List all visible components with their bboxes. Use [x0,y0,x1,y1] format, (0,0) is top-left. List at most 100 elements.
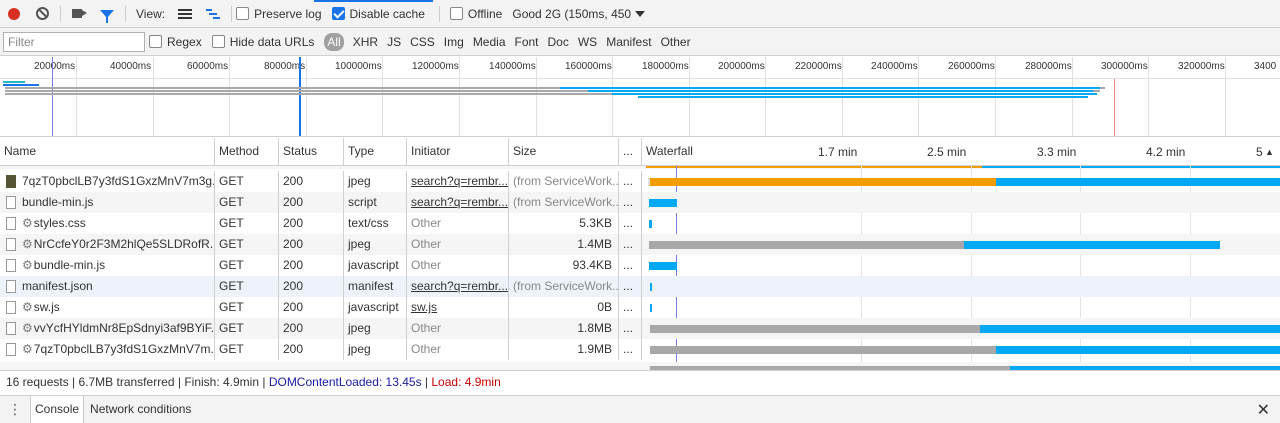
type-filter-media[interactable]: Media [473,35,506,49]
checkbox-box-checked[interactable] [331,7,345,20]
column-header-initiator[interactable]: Initiator [407,138,509,166]
table-row[interactable]: ⚙NrCcfeY0r2F3M2hlQe5SLDRofR... GET 200 j… [0,234,1280,255]
initiator-link[interactable]: sw.js [407,297,509,318]
type-filter-css[interactable]: CSS [410,35,435,49]
status-cell: 200 [279,192,344,213]
record-button[interactable] [0,0,28,28]
overview-grid-line [536,57,537,136]
request-name: NrCcfeY0r2F3M2hlQe5SLDRofR... [33,237,215,251]
column-header-method[interactable]: Method [215,138,279,166]
camera-icon [72,9,87,18]
overview-tick: 280000ms [1025,61,1072,72]
type-filter-js[interactable]: JS [387,35,401,49]
table-row[interactable]: manifest.json GET 200 manifest search?q=… [0,276,1280,297]
table-row[interactable]: ⚙styles.css GET 200 text/css Other 5.3KB… [0,213,1280,234]
type-filter-manifest[interactable]: Manifest [606,35,651,49]
waterfall-bar-queued [650,346,996,354]
initiator-link[interactable]: search?q=rembr... [407,192,509,213]
close-drawer-icon[interactable]: ✕ [1257,400,1270,420]
table-row[interactable]: 7qzT0pbclLB7y3fdS1GxzMnV7m3g... GET 200 … [0,171,1280,192]
tab-network-conditions[interactable]: Network conditions [86,396,195,423]
more-tools-icon[interactable]: ⋮ [0,401,30,418]
checkbox-box[interactable] [211,35,225,48]
type-filter-other[interactable]: Other [661,35,691,49]
column-header-name[interactable]: Name [0,138,215,166]
file-icon [6,280,16,294]
table-row[interactable]: ⚙7qzT0pbclLB7y3fdS1GxzMnV7m... GET 200 j… [0,339,1280,360]
status-cell: 200 [279,213,344,234]
waterfall-bar-download [996,346,1280,354]
throttling-value: Good 2G (150ms, 450 [512,6,632,21]
column-header-type[interactable]: Type [344,138,407,166]
initiator-cell: Other [407,339,509,360]
request-name-cell: ⚙styles.css [0,213,215,234]
request-name-cell: ⚙7qzT0pbclLB7y3fdS1GxzMnV7m... [0,339,215,360]
overview-grid-line [612,57,613,136]
filter-bar: Regex Hide data URLs All XHR JS CSS Img … [0,28,1280,56]
filter-toggle-button[interactable] [93,0,121,28]
offline-label: Offline [467,6,503,21]
overview-grid-line [1148,57,1149,136]
status-cell: 200 [279,318,344,339]
column-header-size[interactable]: Size [509,138,619,166]
divider [231,5,233,22]
capture-screenshots-button[interactable] [65,0,93,28]
waterfall-bar-waiting [650,178,996,186]
method-cell: GET [215,297,279,318]
table-row[interactable]: ⚙sw.js GET 200 javascript sw.js 0B ... [0,297,1280,318]
request-name: 7qzT0pbclLB7y3fdS1GxzMnV7m... [33,342,215,356]
hide-data-urls-checkbox[interactable]: Hide data URLs [211,35,314,49]
network-toolbar: View: Preserve log Disable cache Offline… [0,0,1280,28]
offline-checkbox[interactable]: Offline [449,6,503,21]
overview-tick: 240000ms [871,61,918,72]
type-filter-all[interactable]: All [324,32,344,51]
sort-ascending-icon[interactable]: ▲ [1265,139,1274,165]
column-header-more[interactable]: ... [619,138,642,166]
large-rows-icon[interactable] [178,8,193,19]
checkbox-box[interactable] [236,7,250,20]
disable-cache-label: Disable cache [349,6,425,21]
file-icon [6,322,16,336]
overview-tick: 260000ms [948,61,995,72]
regex-checkbox[interactable]: Regex [149,35,202,49]
overview-grid-line [1225,57,1226,136]
request-name-cell: ⚙NrCcfeY0r2F3M2hlQe5SLDRofR... [0,234,215,255]
tab-console[interactable]: Console [30,396,85,423]
overview-bar [588,90,1093,92]
disable-cache-checkbox[interactable]: Disable cache [331,6,425,21]
overview-bar [638,96,1088,98]
type-cell: jpeg [344,234,407,255]
clear-button[interactable] [28,0,56,28]
checkbox-box[interactable] [449,7,463,20]
overview-selection-marker[interactable] [299,57,301,136]
throttling-select[interactable]: Good 2G (150ms, 450 [512,6,646,21]
table-row[interactable]: ⚙bundle-min.js GET 200 javascript Other … [0,255,1280,276]
column-header-waterfall[interactable]: Waterfall 1.7 min 2.5 min 3.3 min 4.2 mi… [642,138,1280,166]
initiator-link[interactable]: search?q=rembr... [407,171,509,192]
checkbox-box[interactable] [149,35,162,48]
initiator-link[interactable]: search?q=rembr... [407,276,509,297]
type-filter-doc[interactable]: Doc [548,35,569,49]
column-header-status[interactable]: Status [279,138,344,166]
waterfall-tick: 1.7 min [818,145,858,159]
table-row[interactable]: bundle-min.js GET 200 script search?q=re… [0,192,1280,213]
overview-tick: 300000ms [1101,61,1148,72]
overview-tick: 40000ms [110,61,152,72]
more-cell: ... [619,339,642,360]
overview-icon[interactable] [206,8,221,19]
type-filter-font[interactable]: Font [515,35,539,49]
summary-text: 16 requests | 6.7MB transferred | Finish… [6,375,269,389]
type-filter-img[interactable]: Img [444,35,464,49]
request-name: styles.css [33,216,86,230]
initiator-cell: Other [407,318,509,339]
filter-input[interactable] [3,31,145,52]
request-name-cell: bundle-min.js [0,192,215,213]
more-cell: ... [619,255,642,276]
overview-timeline[interactable]: 20000ms 40000ms 60000ms 80000ms 100000ms… [0,57,1280,137]
table-row[interactable]: ⚙vvYcfHYldmNr8EpSdnyi3af9BYiF... GET 200… [0,318,1280,339]
type-filter-xhr[interactable]: XHR [353,35,378,49]
preserve-log-checkbox[interactable]: Preserve log [236,7,322,21]
table-row-clipped [0,362,1280,370]
type-filter-ws[interactable]: WS [578,35,597,49]
gear-icon: ⚙ [22,300,33,314]
